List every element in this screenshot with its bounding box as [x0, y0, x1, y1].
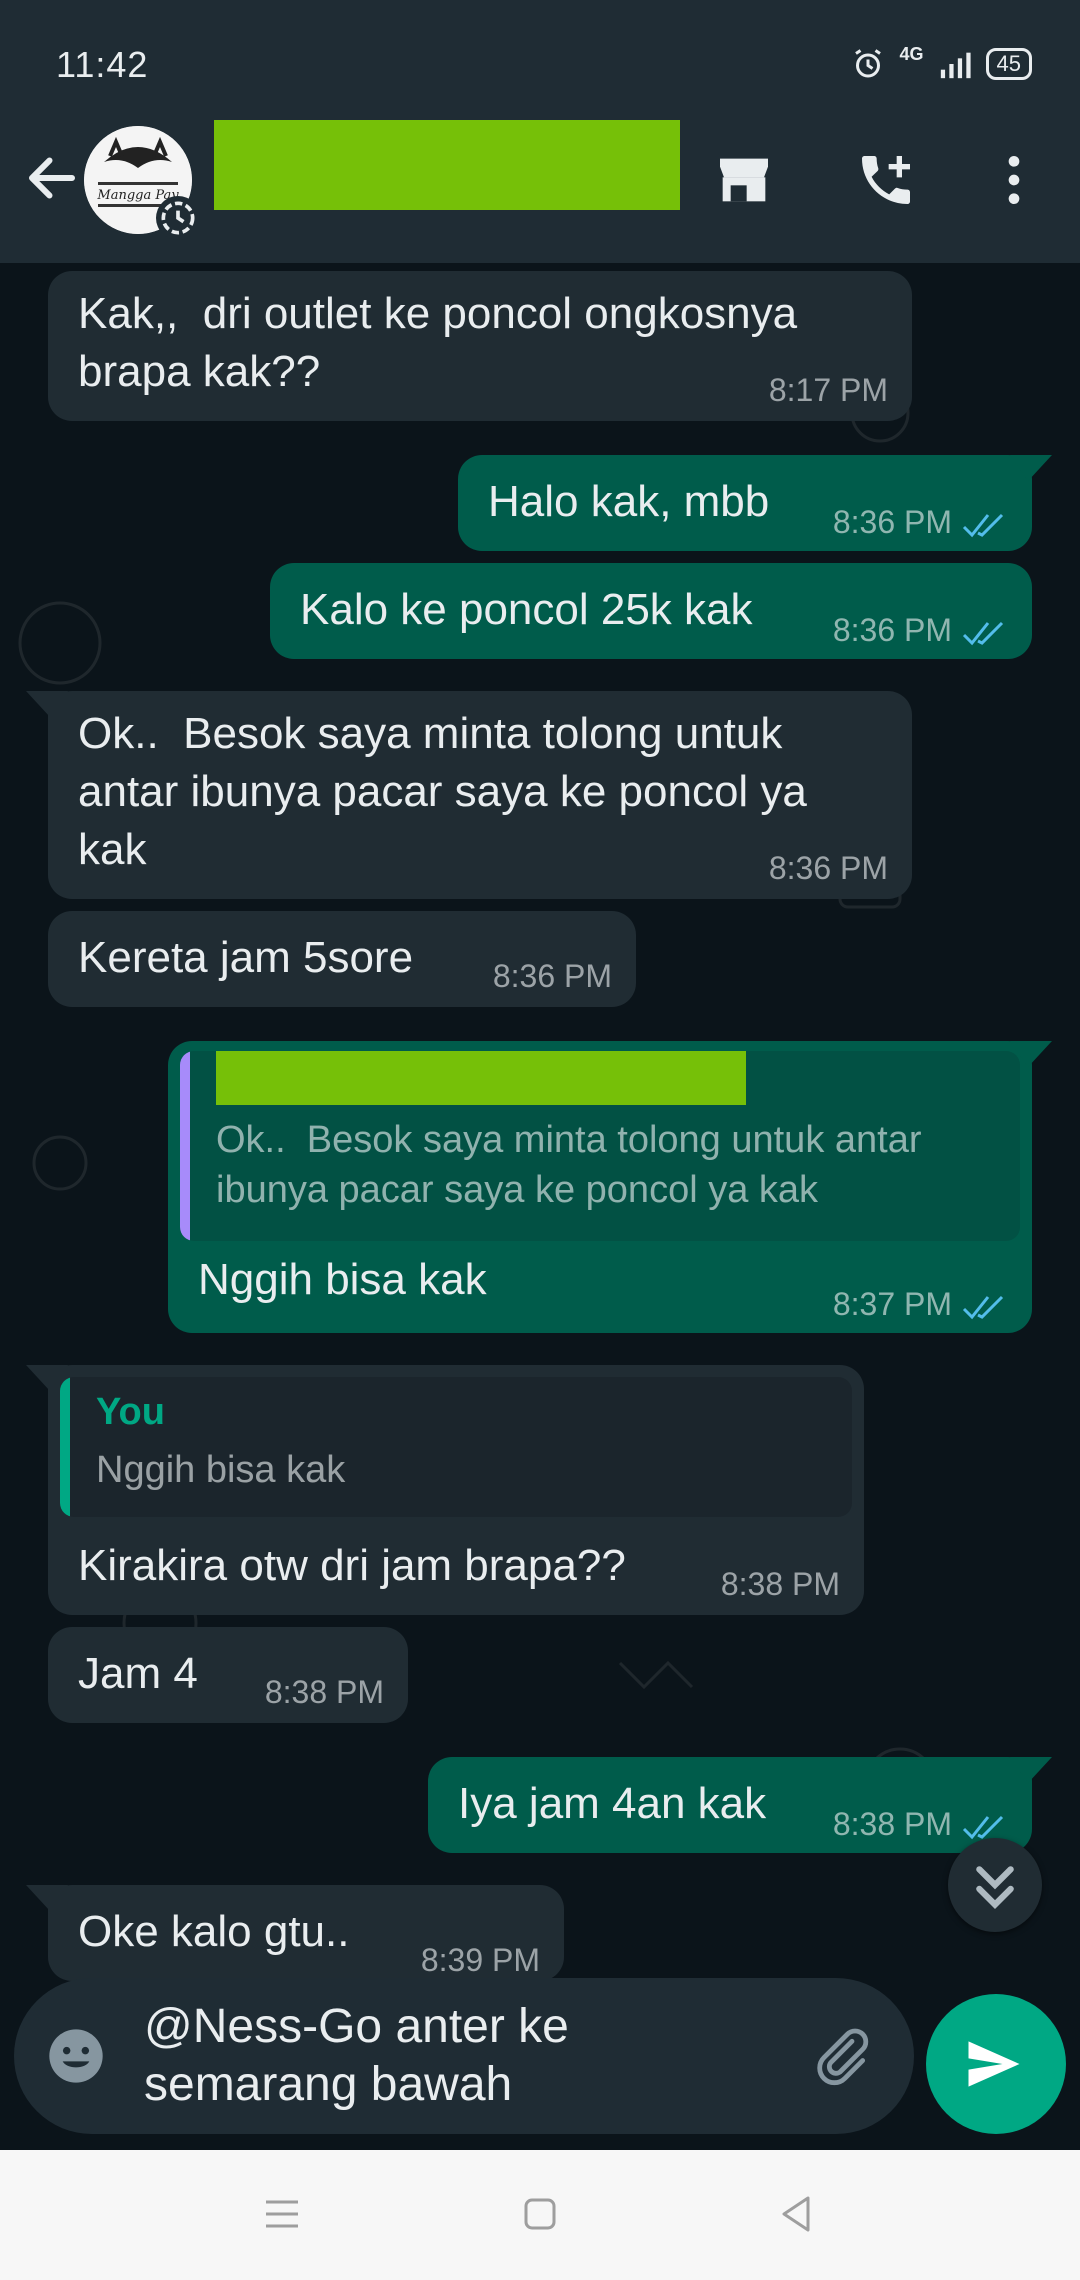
signal-icon [940, 52, 971, 79]
attach-paperclip-icon[interactable] [808, 2024, 872, 2088]
catalog-store-icon[interactable] [712, 148, 776, 212]
status-time: 11:42 [56, 44, 149, 85]
message-bubble-incoming[interactable]: Jam 4 8:38 PM [48, 1627, 408, 1723]
message-text: Halo kak, mbb [488, 477, 770, 526]
alarm-icon [854, 49, 881, 78]
bubble-tail [1010, 1041, 1052, 1067]
menu-nav-icon[interactable] [258, 2190, 306, 2238]
read-receipt-icon [962, 621, 1004, 645]
message-text: Kereta jam 5sore [78, 933, 414, 982]
quote-bar [180, 1051, 190, 1241]
message-text: Jam 4 [78, 1649, 198, 1698]
message-time: 8:38 PM [264, 1674, 384, 1710]
message-time: 8:36 PM [832, 504, 952, 540]
message-time: 8:36 PM [492, 958, 612, 994]
bubble-tail [26, 691, 68, 717]
message-bubble-outgoing[interactable]: Iya jam 4an kak 8:38 PM [428, 1757, 1032, 1853]
double-chevron-down-icon [976, 1866, 1014, 1910]
message-bubble-incoming-reply[interactable]: You Nggih bisa kak Kirakira otw dri jam … [48, 1365, 864, 1615]
send-button[interactable] [926, 1994, 1066, 2134]
message-text: Oke kalo gtu.. [78, 1907, 350, 1956]
message-time: 8:38 PM [832, 1806, 952, 1842]
message-text: Kirakira otw dri jam brapa?? [78, 1541, 626, 1590]
message-bubble-incoming[interactable]: Kak,, dri outlet ke poncol ongkosnya bra… [48, 271, 912, 421]
message-text: Kak,, dri outlet ke poncol ongkosnya bra… [78, 289, 798, 396]
bubble-tail [26, 1365, 68, 1391]
emoji-icon[interactable] [44, 2024, 108, 2088]
message-bubble-outgoing-reply[interactable]: Ok.. Besok saya minta tolong untuk antar… [168, 1041, 1032, 1333]
send-icon [968, 2041, 1020, 2087]
message-bubble-incoming[interactable]: Oke kalo gtu.. 8:39 PM [48, 1885, 564, 1981]
read-receipt-icon [962, 1815, 1004, 1839]
message-time: 8:39 PM [420, 1942, 540, 1978]
message-time: 8:37 PM [832, 1286, 952, 1322]
message-text: Iya jam 4an kak [458, 1779, 767, 1828]
quoted-message[interactable]: You Nggih bisa kak [60, 1377, 852, 1517]
message-bubble-incoming[interactable]: Kereta jam 5sore 8:36 PM [48, 911, 636, 1007]
quote-bar [60, 1377, 70, 1517]
message-time: 8:17 PM [768, 372, 888, 408]
message-input-text[interactable]: @Ness-Go anter ke semarang bawah [144, 1998, 569, 2114]
read-receipt-icon [962, 513, 1004, 537]
home-nav-icon[interactable] [516, 2190, 564, 2238]
bubble-tail [1010, 1757, 1052, 1783]
message-time: 8:36 PM [768, 850, 888, 886]
message-input[interactable]: @Ness-Go anter ke semarang bawah [14, 1978, 914, 2134]
message-text: Nggih bisa kak [198, 1255, 487, 1304]
read-receipt-icon [962, 1295, 1004, 1319]
bubble-tail [26, 1885, 68, 1911]
bubble-tail [1010, 455, 1052, 481]
more-options-icon[interactable] [982, 148, 1046, 212]
contact-name-redacted[interactable] [214, 120, 680, 210]
message-bubble-incoming[interactable]: Ok.. Besok saya minta tolong untuk antar… [48, 691, 912, 899]
status-icons: 4G 45 [850, 43, 1032, 82]
chat-area[interactable]: Kak,, dri outlet ke poncol ongkosnya bra… [0, 263, 1080, 2150]
message-text: Ok.. Besok saya minta tolong untuk antar… [78, 709, 807, 874]
scroll-to-bottom-button[interactable] [948, 1838, 1042, 1932]
quoted-message[interactable]: Ok.. Besok saya minta tolong untuk antar… [180, 1051, 1020, 1241]
battery-icon: 45 [985, 48, 1032, 80]
quote-author: You [96, 1391, 165, 1433]
quote-text: Nggih bisa kak [96, 1449, 346, 1491]
message-time: 8:38 PM [720, 1566, 840, 1602]
message-text: Kalo ke poncol 25k kak [300, 585, 753, 634]
quote-text: Ok.. Besok saya minta tolong untuk antar… [216, 1119, 922, 1211]
back-nav-icon[interactable] [772, 2190, 820, 2238]
message-time: 8:36 PM [832, 612, 952, 648]
quote-author-redacted [216, 1051, 746, 1105]
message-bubble-outgoing[interactable]: Kalo ke poncol 25k kak 8:36 PM [270, 563, 1032, 659]
network-type: 4G [899, 43, 924, 64]
add-call-icon[interactable] [854, 148, 918, 212]
message-bubble-outgoing[interactable]: Halo kak, mbb 8:36 PM [458, 455, 1032, 551]
battery-level: 45 [996, 51, 1021, 76]
app-header: 11:42 4G 45 Mangga Pay [0, 0, 1080, 263]
system-nav-bar [0, 2150, 1080, 2280]
back-arrow-icon[interactable] [22, 148, 82, 208]
status-ring-icon [156, 196, 200, 240]
